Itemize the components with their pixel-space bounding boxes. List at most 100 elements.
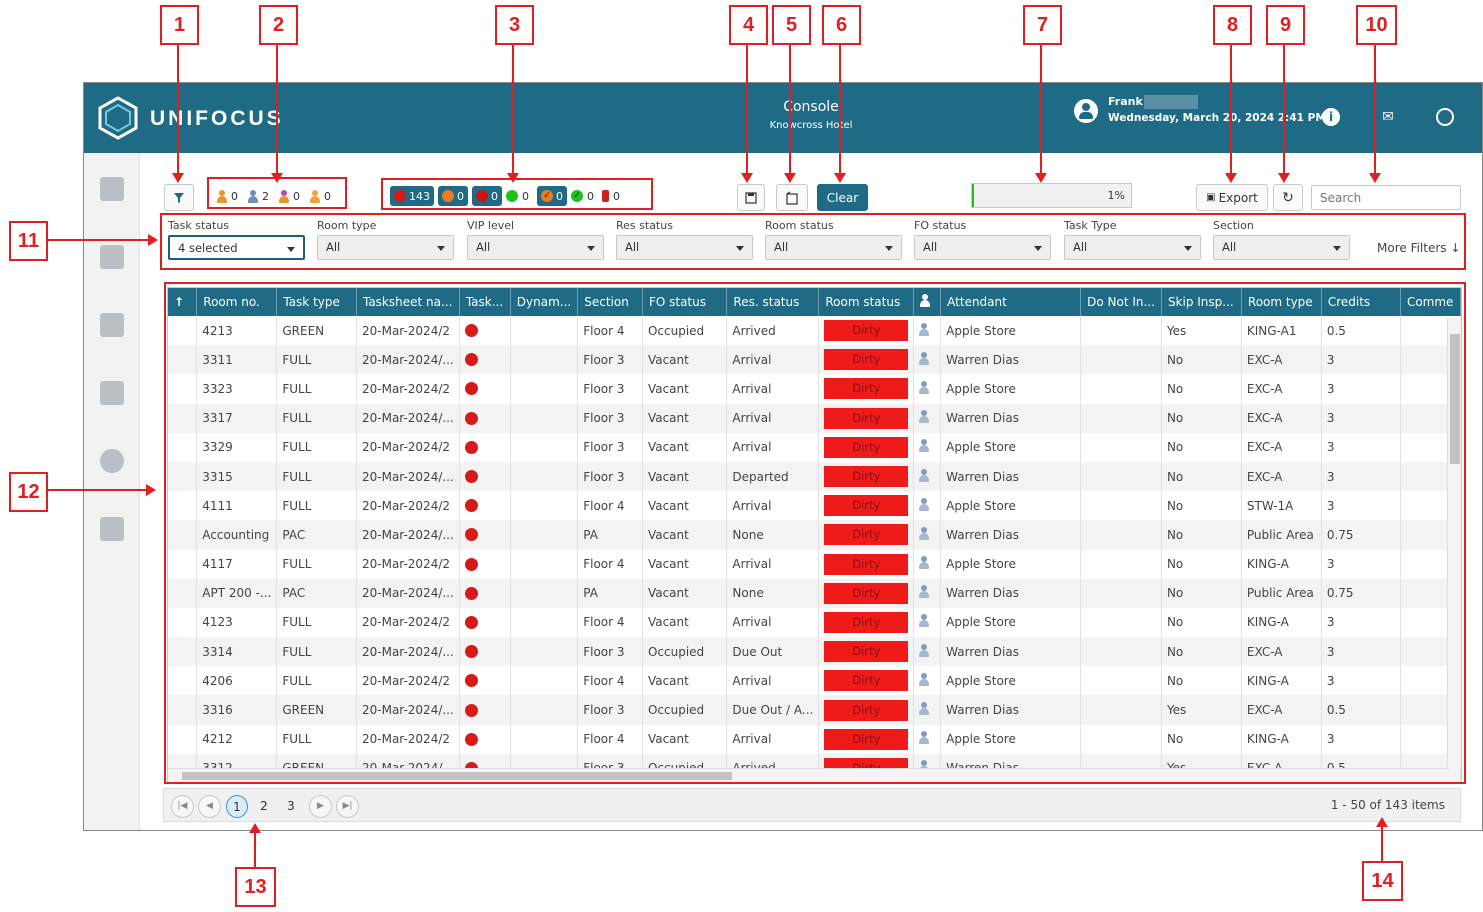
last-page-button[interactable]: ▶|: [336, 795, 359, 818]
table-row[interactable]: 4117 FULL 20-Mar-2024/2 Floor 4 Vacant Arriva…: [168, 549, 1461, 579]
table-row[interactable]: 3314 FULL 20-Mar-2024/... Floor 3 Occupied Du…: [168, 637, 1461, 667]
filter-dropdown[interactable]: All: [1213, 235, 1350, 260]
row-select-cell[interactable]: [168, 666, 198, 696]
status-chip-completed[interactable]: ✓ 0: [537, 186, 567, 206]
room-status-badge: Dirty: [824, 407, 909, 429]
status-chip-not-started[interactable]: 143: [390, 186, 434, 206]
column-header[interactable]: Dynam...: [510, 288, 579, 316]
clear-button[interactable]: Clear: [817, 184, 868, 211]
row-select-cell[interactable]: [168, 461, 198, 492]
row-select-cell[interactable]: [168, 607, 198, 638]
row-select-cell[interactable]: [168, 491, 198, 521]
filter-dropdown[interactable]: All: [317, 235, 454, 260]
filter-toggle-button[interactable]: [164, 184, 194, 211]
column-header[interactable]: Section: [577, 288, 643, 316]
prev-page-button[interactable]: ◀: [198, 795, 221, 818]
row-select-cell[interactable]: [168, 316, 198, 346]
table-row[interactable]: 3329 FULL 20-Mar-2024/2 Floor 3 Vacant Arriva…: [168, 432, 1461, 462]
row-select-cell[interactable]: [168, 724, 198, 754]
filter-dropdown[interactable]: All: [616, 235, 753, 260]
save-button[interactable]: [737, 184, 765, 211]
first-page-button[interactable]: |◀: [171, 795, 194, 818]
column-header[interactable]: Tasksheet na...: [356, 288, 460, 316]
column-header[interactable]: Credits: [1321, 288, 1401, 316]
table-cell: 20-Mar-2024/2: [356, 607, 460, 638]
table-row[interactable]: 3311 FULL 20-Mar-2024/... Floor 3 Vacant Arri…: [168, 345, 1461, 375]
column-header[interactable]: Comme: [1400, 288, 1461, 316]
horizontal-scroll-thumb[interactable]: [182, 772, 732, 780]
room-status-badge: Dirty: [824, 436, 909, 458]
table-row[interactable]: APT 200 -... PAC 20-Mar-2024/... PA Vacant No…: [168, 578, 1461, 608]
column-header[interactable]: Skip Insp...: [1161, 288, 1242, 316]
table-cell: Dirty: [818, 695, 915, 725]
column-header[interactable]: Task...: [459, 288, 511, 316]
row-select-cell[interactable]: [168, 403, 198, 433]
sort-column-header[interactable]: ↑: [168, 288, 198, 316]
table-row[interactable]: 4111 FULL 20-Mar-2024/2 Floor 4 Vacant Arriva…: [168, 491, 1461, 521]
row-select-cell[interactable]: [168, 520, 198, 550]
column-header[interactable]: Do Not In...: [1080, 288, 1162, 316]
page-3-button[interactable]: 3: [280, 795, 302, 818]
table-row[interactable]: 3315 FULL 20-Mar-2024/... Floor 3 Vacant Depa…: [168, 461, 1461, 492]
table-row[interactable]: 4213 GREEN 20-Mar-2024/2 Floor 4 Occupied Arr…: [168, 316, 1461, 346]
user-avatar-icon[interactable]: [1074, 99, 1098, 123]
table-row[interactable]: Accounting PAC 20-Mar-2024/... PA Vacant None…: [168, 520, 1461, 550]
green-check-icon[interactable]: ✓: [571, 190, 583, 202]
row-select-cell[interactable]: [168, 578, 198, 608]
table-cell: [510, 432, 579, 462]
table-cell: Dirty: [818, 724, 915, 754]
column-header[interactable]: Room status: [818, 288, 915, 316]
row-select-cell[interactable]: [168, 432, 198, 462]
column-header[interactable]: Res. status: [726, 288, 820, 316]
status-chip-in-progress[interactable]: 0: [438, 186, 468, 206]
status-chip-paused[interactable]: 0: [472, 186, 502, 206]
globe-icon[interactable]: [1436, 108, 1454, 126]
layers-icon[interactable]: [100, 313, 124, 337]
horizontal-scrollbar[interactable]: [168, 768, 1449, 782]
next-page-button[interactable]: ▶: [309, 795, 332, 818]
column-header[interactable]: [913, 288, 942, 316]
row-select-cell[interactable]: [168, 345, 198, 375]
filter-dropdown[interactable]: All: [467, 235, 604, 260]
refresh-button[interactable]: ↻: [1273, 184, 1303, 211]
table-row[interactable]: 4206 FULL 20-Mar-2024/2 Floor 4 Vacant Arriva…: [168, 666, 1461, 696]
mail-icon[interactable]: ✉: [1379, 108, 1397, 126]
table-cell: [913, 432, 942, 462]
row-select-cell[interactable]: [168, 549, 198, 579]
column-header[interactable]: FO status: [642, 288, 728, 316]
column-header[interactable]: Attendant: [940, 288, 1082, 316]
filter-dropdown[interactable]: All: [1064, 235, 1201, 260]
filter-dropdown[interactable]: 4 selected: [168, 235, 305, 260]
table-row[interactable]: 3323 FULL 20-Mar-2024/2 Floor 3 Vacant Arriva…: [168, 374, 1461, 404]
vertical-scrollbar[interactable]: [1447, 318, 1461, 768]
chevron-down-icon: [437, 246, 445, 251]
more-filters-link[interactable]: More Filters ↓: [1377, 241, 1460, 255]
monitor-icon[interactable]: [100, 245, 124, 269]
green-dot-icon[interactable]: [506, 190, 518, 202]
table-row[interactable]: 4123 FULL 20-Mar-2024/2 Floor 4 Vacant Arriva…: [168, 607, 1461, 638]
table-row[interactable]: 3316 GREEN 20-Mar-2024/... Floor 3 Occupied D…: [168, 695, 1461, 725]
column-header[interactable]: Task type: [276, 288, 357, 316]
page-2-button[interactable]: 2: [253, 795, 275, 818]
bottle-icon[interactable]: [602, 190, 609, 202]
row-select-cell[interactable]: [168, 695, 198, 725]
export-button[interactable]: ▣ Export: [1196, 184, 1268, 211]
vertical-scroll-thumb[interactable]: [1450, 334, 1460, 464]
table-row[interactable]: 4212 FULL 20-Mar-2024/2 Floor 4 Vacant Arriva…: [168, 724, 1461, 754]
tasks-clipboard-icon[interactable]: [100, 177, 124, 201]
info-icon[interactable]: i: [1322, 108, 1340, 126]
reports-chart-icon[interactable]: [100, 517, 124, 541]
database-icon[interactable]: [100, 449, 124, 473]
filter-dropdown[interactable]: All: [765, 235, 902, 260]
search-input[interactable]: [1311, 185, 1461, 210]
assignment-legend: 0 2 0 0: [209, 182, 345, 210]
table-row[interactable]: 3317 FULL 20-Mar-2024/... Floor 3 Vacant Arri…: [168, 403, 1461, 433]
column-header[interactable]: Room type: [1241, 288, 1322, 316]
row-select-cell[interactable]: [168, 637, 198, 667]
open-saved-button[interactable]: [776, 184, 808, 211]
page-1-button[interactable]: 1: [226, 795, 248, 818]
column-header[interactable]: Room no.: [196, 288, 278, 316]
filter-dropdown[interactable]: All: [914, 235, 1051, 260]
clipboard-settings-icon[interactable]: [100, 381, 124, 405]
row-select-cell[interactable]: [168, 374, 198, 404]
